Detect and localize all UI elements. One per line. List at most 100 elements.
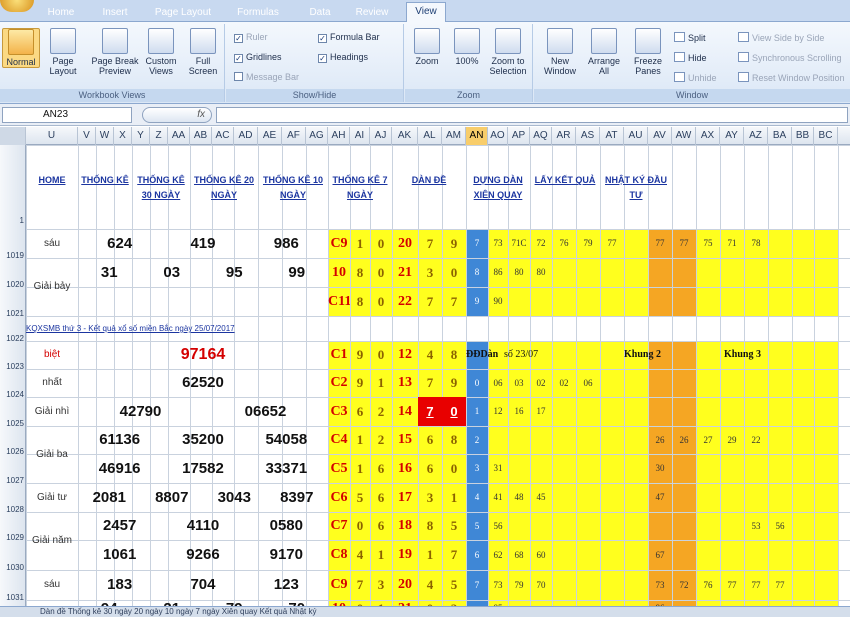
- view-page-layout-button[interactable]: Page Layout: [44, 28, 82, 76]
- xien-cell: 80: [536, 267, 546, 277]
- column-header-ap[interactable]: AP: [508, 127, 530, 145]
- tab-view[interactable]: View: [406, 2, 446, 23]
- column-header-am[interactable]: AM: [442, 127, 466, 145]
- formula-bar-checkbox[interactable]: ✓ Formula Bar: [318, 32, 380, 43]
- tab-formulas[interactable]: Formulas: [226, 4, 290, 22]
- row-header[interactable]: 1019: [0, 229, 26, 260]
- column-header-ae[interactable]: AE: [258, 127, 282, 145]
- zoom-zoom-to-selection-button[interactable]: Zoom to Selection: [485, 28, 531, 76]
- ruler-checkbox[interactable]: ✓ Ruler: [234, 32, 268, 43]
- column-header-w[interactable]: W: [96, 127, 114, 145]
- tab-insert[interactable]: Insert: [92, 4, 138, 22]
- office-button[interactable]: [0, 0, 34, 12]
- tab-review[interactable]: Review: [350, 4, 394, 22]
- sheet-tabs[interactable]: Dàn đề Thống kê 30 ngày 20 ngày 10 ngày …: [0, 606, 850, 617]
- column-header-ao[interactable]: AO: [488, 127, 508, 145]
- column-header-v[interactable]: V: [78, 127, 96, 145]
- column-header-bb[interactable]: BB: [792, 127, 814, 145]
- zoom-100--button[interactable]: 100%: [449, 28, 485, 66]
- header-link-2[interactable]: THỐNG KÊ 30 NGÀY: [132, 173, 190, 203]
- kq-title[interactable]: KQXSMB thứ 3 - Kết quả xổ số miền Bắc ng…: [26, 316, 366, 341]
- formula-input[interactable]: [216, 107, 848, 123]
- header-link-9[interactable]: NHẬT KÝ ĐẦU TƯ: [600, 173, 672, 203]
- view-page-break-preview-button[interactable]: Page Break Preview: [90, 28, 140, 76]
- row-header[interactable]: 1026: [0, 426, 26, 456]
- row-header[interactable]: 1028: [0, 483, 26, 514]
- column-header-ac[interactable]: AC: [212, 127, 234, 145]
- column-header-ah[interactable]: AH: [328, 127, 350, 145]
- header-link-1[interactable]: THỐNG KÊ: [78, 173, 132, 188]
- dan-de-cell: C4: [330, 432, 348, 447]
- row-header[interactable]: 1023: [0, 341, 26, 371]
- column-header-av[interactable]: AV: [648, 127, 672, 145]
- synchronous-scrolling-button[interactable]: Synchronous Scrolling: [738, 52, 842, 63]
- unhide-button[interactable]: Unhide: [674, 72, 717, 83]
- tab-page-layout[interactable]: Page Layout: [148, 4, 218, 22]
- xien-cell: 70: [536, 580, 546, 590]
- row-header[interactable]: 1: [0, 145, 26, 229]
- hide-button[interactable]: Hide: [674, 52, 707, 63]
- an-cell: 7: [474, 238, 480, 248]
- header-link-7[interactable]: DỰNG DÀN XIÊN QUAY: [466, 173, 530, 203]
- window-freeze-panes-button[interactable]: Freeze Panes: [628, 28, 668, 76]
- zoom-zoom-button[interactable]: Zoom: [409, 28, 445, 66]
- row-header[interactable]: 1030: [0, 540, 26, 572]
- message-bar-checkbox[interactable]: Message Bar: [234, 72, 299, 82]
- reset-window-position-button[interactable]: Reset Window Position: [738, 72, 845, 83]
- column-header-af[interactable]: AF: [282, 127, 306, 145]
- column-header-an[interactable]: AN: [466, 127, 488, 145]
- column-header-az[interactable]: AZ: [744, 127, 768, 145]
- column-header-ba[interactable]: BA: [768, 127, 792, 145]
- name-box[interactable]: AN23: [2, 107, 132, 123]
- select-all-corner[interactable]: [0, 127, 26, 145]
- header-link-4[interactable]: THỐNG KÊ 10 NGÀY: [258, 173, 328, 203]
- column-header-bc[interactable]: BC: [814, 127, 838, 145]
- column-header-ag[interactable]: AG: [306, 127, 328, 145]
- gridlines-checkbox[interactable]: ✓ Gridlines: [234, 52, 282, 63]
- column-header-u[interactable]: U: [26, 127, 78, 145]
- row-header[interactable]: 1020: [0, 258, 26, 289]
- tab-home[interactable]: Home: [38, 4, 84, 22]
- column-header-ax[interactable]: AX: [696, 127, 720, 145]
- row-header[interactable]: 1027: [0, 454, 26, 485]
- column-header-z[interactable]: Z: [150, 127, 168, 145]
- row-header[interactable]: 1029: [0, 512, 26, 542]
- worksheet-grid[interactable]: HOME THỐNG KÊ THỐNG KÊ 30 NGÀY THỐNG KÊ 20 …: [26, 145, 850, 617]
- column-header-ak[interactable]: AK: [392, 127, 418, 145]
- window-arrange-all-button[interactable]: Arrange All: [584, 28, 624, 76]
- column-header-y[interactable]: Y: [132, 127, 150, 145]
- headings-checkbox[interactable]: ✓ Headings: [318, 52, 368, 63]
- split-button[interactable]: Split: [674, 32, 706, 43]
- column-header-aq[interactable]: AQ: [530, 127, 552, 145]
- header-link-8[interactable]: LẤY KẾT QUẢ: [530, 173, 600, 188]
- column-header-aw[interactable]: AW: [672, 127, 696, 145]
- column-header-aa[interactable]: AA: [168, 127, 190, 145]
- column-header-aj[interactable]: AJ: [370, 127, 392, 145]
- tab-data[interactable]: Data: [302, 4, 338, 22]
- header-link-6[interactable]: DÀN ĐỀ: [392, 173, 466, 188]
- row-header[interactable]: 1031: [0, 570, 26, 602]
- column-header-at[interactable]: AT: [600, 127, 624, 145]
- column-header-ai[interactable]: AI: [350, 127, 370, 145]
- column-header-ab[interactable]: AB: [190, 127, 212, 145]
- view-custom-views-button[interactable]: Custom Views: [142, 28, 180, 76]
- header-link-0[interactable]: HOME: [26, 173, 78, 188]
- column-header-ad[interactable]: AD: [234, 127, 258, 145]
- row-header[interactable]: 1024: [0, 369, 26, 399]
- header-link-3[interactable]: THỐNG KÊ 20 NGÀY: [190, 173, 258, 203]
- header-link-5[interactable]: THỐNG KÊ 7 NGÀY: [328, 173, 392, 203]
- column-header-al[interactable]: AL: [418, 127, 442, 145]
- row-header[interactable]: 1025: [0, 397, 26, 428]
- window-new-window-button[interactable]: New Window: [540, 28, 580, 76]
- column-header-x[interactable]: X: [114, 127, 132, 145]
- column-header-ar[interactable]: AR: [552, 127, 576, 145]
- view-side-by-side-button[interactable]: View Side by Side: [738, 32, 824, 43]
- column-header-as[interactable]: AS: [576, 127, 600, 145]
- view-normal-button[interactable]: Normal: [2, 28, 40, 68]
- row-header[interactable]: 1022: [0, 316, 26, 343]
- row-header[interactable]: 1021: [0, 287, 26, 318]
- view-full-screen-button[interactable]: Full Screen: [184, 28, 222, 76]
- insert-function-button[interactable]: fx: [142, 107, 212, 123]
- column-header-au[interactable]: AU: [624, 127, 648, 145]
- column-header-ay[interactable]: AY: [720, 127, 744, 145]
